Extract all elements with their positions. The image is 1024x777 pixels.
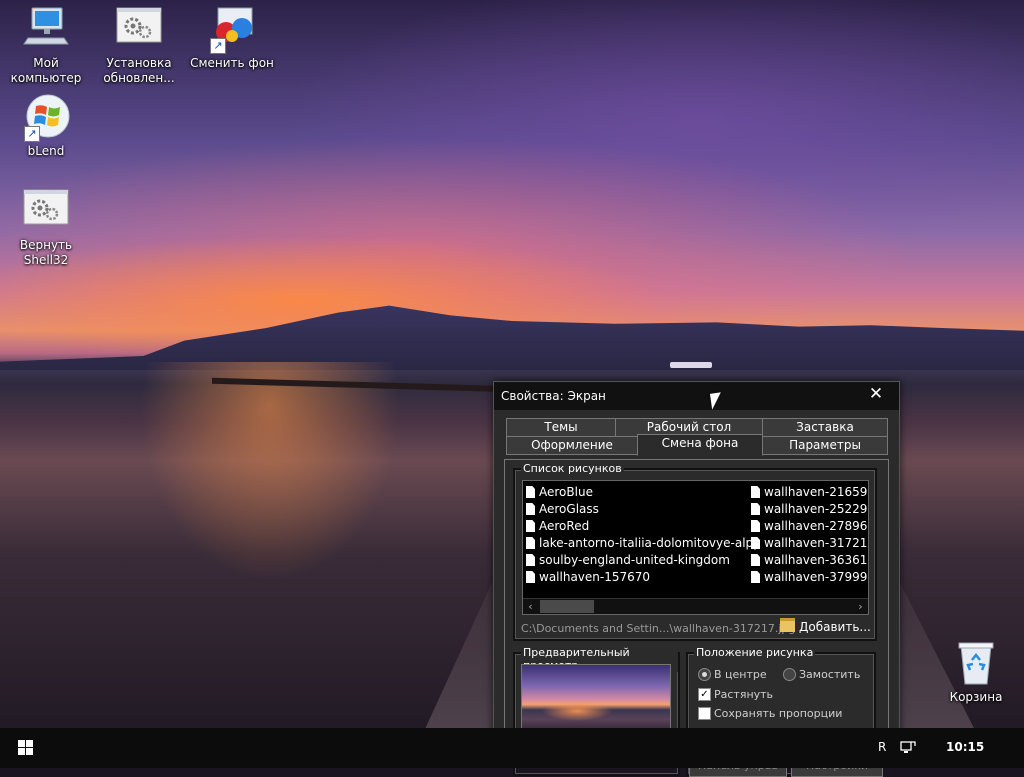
checkbox-box: [698, 707, 711, 720]
wallpaper-preview-image: [521, 664, 671, 734]
close-icon[interactable]: ✕: [853, 382, 899, 406]
desktop-icon-label: Установка обновлен...: [103, 56, 175, 85]
desktop-icon-label: Корзина: [949, 690, 1003, 704]
dialog-titlebar[interactable]: Свойства: Экран ✕: [494, 382, 899, 410]
tab-themes[interactable]: Темы: [506, 418, 616, 437]
file-icon: [526, 554, 535, 566]
list-item-label: wallhaven-379994: [764, 570, 869, 584]
file-icon: [751, 486, 760, 498]
recycle-bin-icon: [952, 640, 1000, 688]
list-item-label: wallhaven-363613: [764, 553, 869, 567]
shortcut-arrow-icon: ↗: [24, 126, 40, 142]
list-item[interactable]: wallhaven-252291: [748, 501, 869, 518]
file-icon: [526, 520, 535, 532]
network-icon[interactable]: [900, 739, 916, 755]
list-item[interactable]: AeroGlass: [523, 501, 760, 518]
list-item-label: wallhaven-216597: [764, 485, 869, 499]
desktop-icon-recycle-bin[interactable]: Корзина: [932, 640, 1020, 705]
list-item[interactable]: wallhaven-216597: [748, 484, 869, 501]
picture-list-group: Список рисунков AeroBlue AeroGlass AeroR…: [513, 462, 877, 641]
radio-tile-label: Замостить: [799, 668, 861, 681]
list-item-label: AeroBlue: [539, 485, 593, 499]
desktop-icon-change-background[interactable]: ↗ Сменить фон: [188, 6, 276, 71]
file-icon: [751, 571, 760, 583]
desktop-icon-blend[interactable]: ↗ bLend: [2, 94, 90, 159]
radio-center-label: В центре: [714, 668, 767, 681]
keep-proportions-checkbox[interactable]: Сохранять пропорции: [698, 707, 842, 720]
list-item-label: AeroGlass: [539, 502, 599, 516]
desktop-icon-my-computer[interactable]: Мой компьютер: [2, 6, 90, 86]
list-item[interactable]: wallhaven-157670: [523, 569, 760, 586]
wallpaper-water-glow: [140, 362, 400, 582]
list-item-label: wallhaven-317217: [764, 536, 869, 550]
picture-position-legend: Положение рисунка: [694, 646, 816, 659]
stretch-label: Растянуть: [714, 688, 774, 701]
settings-gears-icon: [22, 188, 70, 236]
list-item[interactable]: wallhaven-379994: [748, 569, 869, 586]
tab-change-background[interactable]: Смена фона: [637, 434, 763, 456]
desktop-icon-label: Сменить фон: [190, 56, 274, 70]
picture-list-legend: Список рисунков: [521, 462, 624, 475]
list-item-label: lake-antorno-italiia-dolomitovye-alpy: [539, 536, 761, 550]
desktop-icon-install-updates[interactable]: Установка обновлен...: [95, 6, 183, 86]
scrollbar-thumb[interactable]: [540, 600, 594, 613]
file-icon: [526, 486, 535, 498]
start-button[interactable]: [0, 728, 52, 768]
taskbar: R 10:15: [0, 728, 1024, 768]
desktop-icon-label: Вернуть Shell32: [19, 238, 73, 267]
file-icon: [751, 537, 760, 549]
mouse-cursor-icon: [709, 392, 724, 410]
windows-logo-icon: ↗: [22, 94, 70, 142]
shortcut-arrow-icon: ↗: [210, 38, 226, 54]
list-item-label: wallhaven-252291: [764, 502, 869, 516]
picture-list[interactable]: AeroBlue AeroGlass AeroRed lake-antorno-…: [522, 480, 869, 615]
paint-balloons-icon: ↗: [208, 6, 256, 54]
list-item-label: wallhaven-157670: [539, 570, 651, 584]
file-icon: [751, 520, 760, 532]
tab-panel-change-background: Список рисунков AeroBlue AeroGlass AeroR…: [504, 459, 889, 777]
scroll-left-icon[interactable]: ‹: [523, 599, 538, 614]
stretch-checkbox[interactable]: ✓ Растянуть: [698, 688, 773, 701]
desktop-icon-restore-shell32[interactable]: Вернуть Shell32: [2, 188, 90, 268]
add-button-label: Добавить...: [799, 620, 871, 634]
list-item[interactable]: AeroBlue: [523, 484, 760, 501]
list-item[interactable]: wallhaven-278963: [748, 518, 869, 535]
file-icon: [526, 571, 535, 583]
desktop-icon-label: Мой компьютер: [10, 56, 82, 85]
tab-screensaver[interactable]: Заставка: [762, 418, 888, 437]
radio-center-dot: [698, 668, 711, 681]
desktop-icon-label: bLend: [27, 144, 65, 158]
radio-center[interactable]: В центре: [698, 668, 767, 681]
file-icon: [751, 503, 760, 515]
list-item-label: AeroRed: [539, 519, 590, 533]
display-properties-dialog: Свойства: Экран ✕ Темы Рабочий стол Заст…: [493, 381, 900, 777]
scroll-right-icon[interactable]: ›: [853, 599, 868, 614]
settings-gears-icon: [115, 6, 163, 54]
radio-tile-dot: [783, 668, 796, 681]
list-item[interactable]: wallhaven-363613: [748, 552, 869, 569]
wallpaper-boat: [670, 362, 712, 368]
list-item[interactable]: lake-antorno-italiia-dolomitovye-alpy: [523, 535, 760, 552]
selected-file-path: C:\Documents and Settin...\wallhaven-317…: [521, 622, 796, 635]
list-item[interactable]: soulby-england-united-kingdom: [523, 552, 760, 569]
list-item[interactable]: AeroRed: [523, 518, 760, 535]
add-button[interactable]: Добавить...: [780, 618, 871, 634]
computer-icon: [22, 6, 70, 54]
folder-icon: [780, 618, 795, 632]
file-icon: [526, 503, 535, 515]
radio-tile[interactable]: Замостить: [783, 668, 860, 681]
list-item-label: wallhaven-278963: [764, 519, 869, 533]
list-item[interactable]: wallhaven-317217: [748, 535, 869, 552]
keep-proportions-label: Сохранять пропорции: [714, 707, 843, 720]
file-icon: [751, 554, 760, 566]
checkmark-icon: ✓: [698, 688, 711, 701]
tab-settings[interactable]: Параметры: [762, 436, 888, 455]
list-item-label: soulby-england-united-kingdom: [539, 553, 730, 567]
file-icon: [526, 537, 535, 549]
taskbar-clock[interactable]: 10:15: [946, 740, 984, 754]
tab-appearance[interactable]: Оформление: [506, 436, 638, 455]
horizontal-scrollbar[interactable]: ‹ ›: [523, 598, 868, 614]
tray-language-indicator[interactable]: R: [878, 740, 886, 754]
dialog-title: Свойства: Экран: [501, 389, 606, 403]
